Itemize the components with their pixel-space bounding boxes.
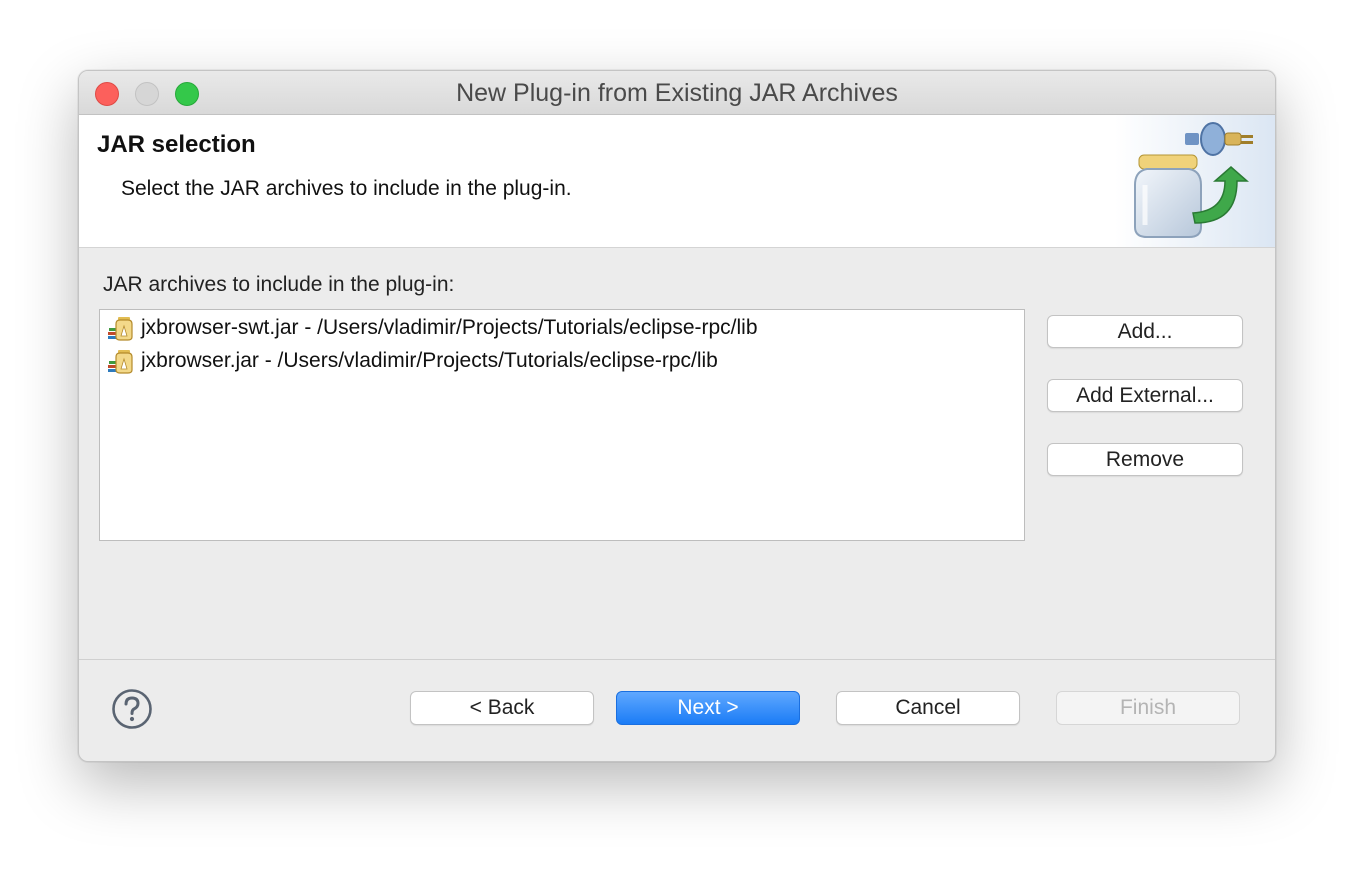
jar-library-icon — [108, 350, 133, 374]
next-button[interactable]: Next > — [616, 691, 800, 725]
list-item-label: jxbrowser-swt.jar - /Users/vladimir/Proj… — [141, 316, 758, 339]
page-description: Select the JAR archives to include in th… — [121, 177, 572, 200]
wizard-banner: JAR selection Select the JAR archives to… — [79, 115, 1275, 248]
jar-library-icon — [108, 317, 133, 341]
footer-divider — [79, 659, 1275, 660]
add-button[interactable]: Add... — [1047, 315, 1243, 348]
remove-button[interactable]: Remove — [1047, 443, 1243, 476]
list-item[interactable]: jxbrowser-swt.jar - /Users/vladimir/Proj… — [106, 312, 758, 344]
back-button[interactable]: < Back — [410, 691, 594, 725]
cancel-button[interactable]: Cancel — [836, 691, 1020, 725]
help-icon[interactable] — [111, 688, 153, 730]
add-external-button[interactable]: Add External... — [1047, 379, 1243, 412]
list-item[interactable]: jxbrowser.jar - /Users/vladimir/Projects… — [106, 345, 718, 377]
wizard-dialog: New Plug-in from Existing JAR Archives J… — [78, 70, 1276, 762]
title-bar[interactable]: New Plug-in from Existing JAR Archives — [79, 71, 1275, 115]
jar-plugin-wizard-icon — [1115, 115, 1275, 247]
jar-list-label: JAR archives to include in the plug-in: — [103, 273, 455, 296]
jar-archive-list[interactable]: jxbrowser-swt.jar - /Users/vladimir/Proj… — [99, 309, 1025, 541]
finish-button[interactable]: Finish — [1056, 691, 1240, 725]
list-item-label: jxbrowser.jar - /Users/vladimir/Projects… — [141, 349, 718, 372]
window-title: New Plug-in from Existing JAR Archives — [456, 79, 898, 107]
page-title: JAR selection — [97, 131, 256, 158]
